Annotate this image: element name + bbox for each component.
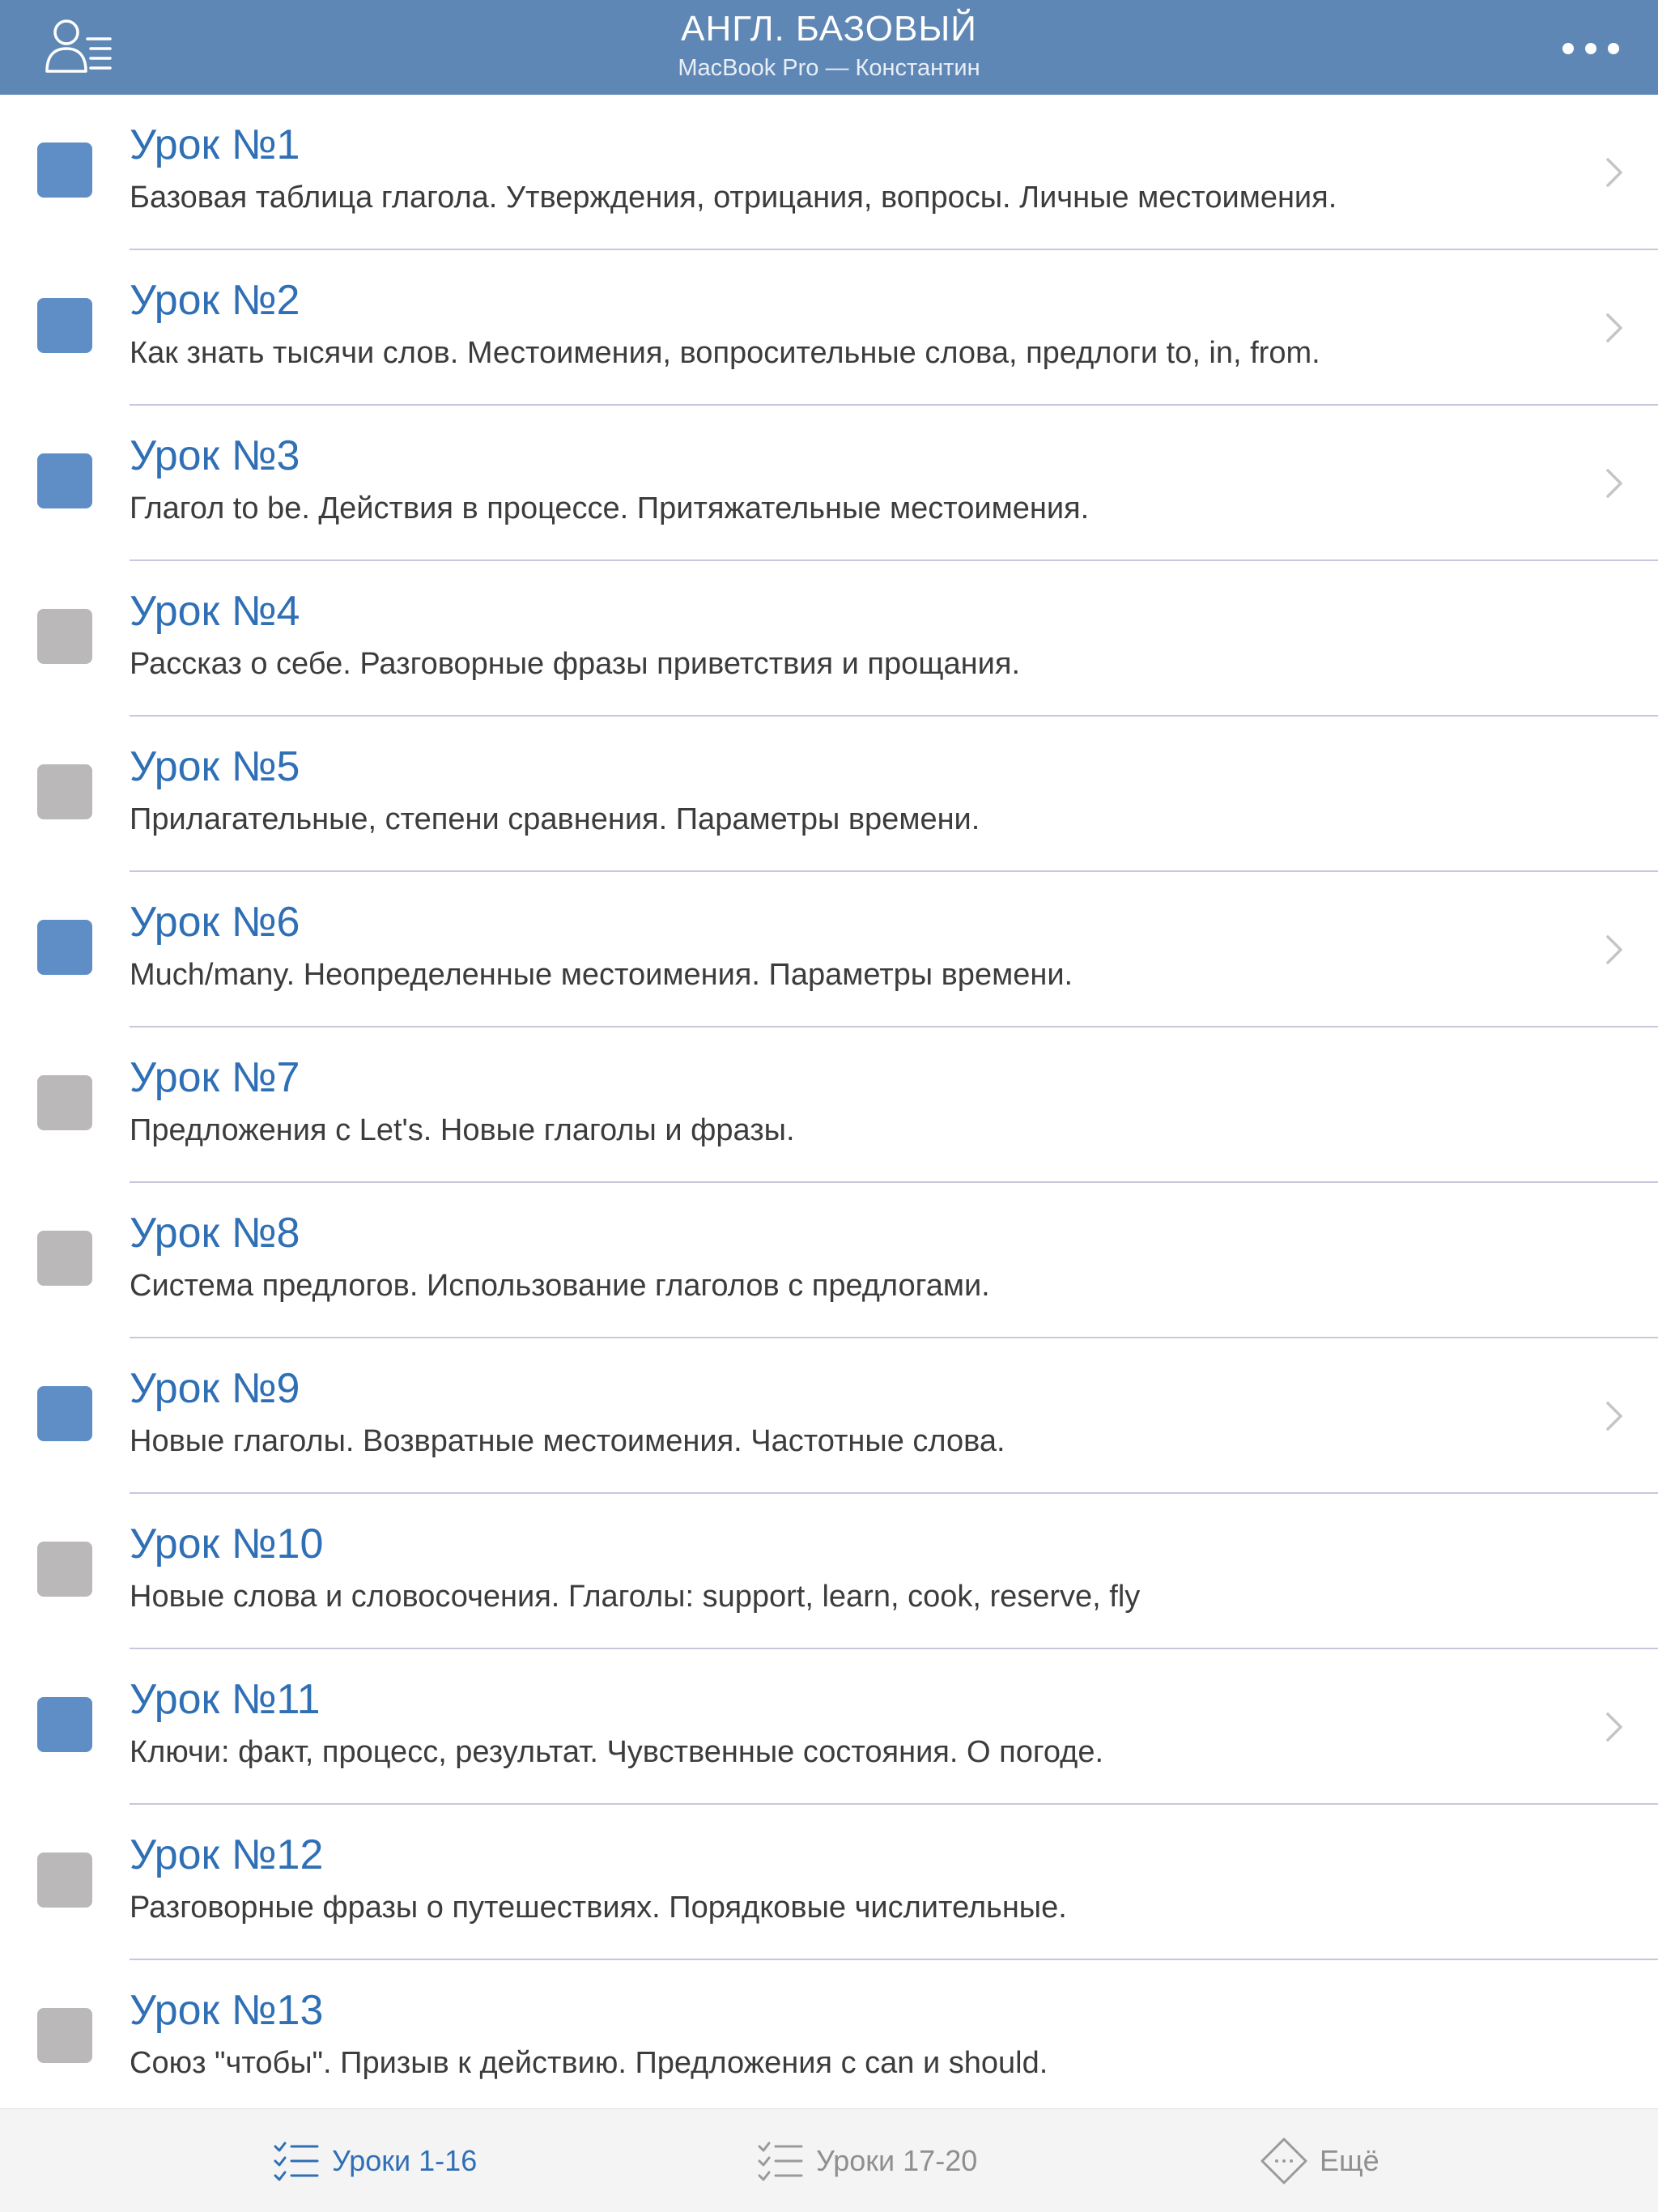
- more-diamond-icon: [1260, 2137, 1308, 2185]
- lesson-status-todo-icon: [37, 1542, 92, 1597]
- lesson-status-todo-icon: [37, 1853, 92, 1908]
- tab-lessons-17-20[interactable]: Уроки 17-20: [756, 2109, 977, 2212]
- tab-label: Ещё: [1320, 2144, 1380, 2177]
- lesson-status-todo-icon: [37, 1075, 92, 1130]
- lesson-row[interactable]: Урок №1 Базовая таблица глагола. Утвержде…: [0, 95, 1658, 250]
- lesson-status-done-icon: [37, 298, 92, 353]
- app-window: АНГЛ. БАЗОВЫЙ MacBook Pro — Константин У…: [0, 0, 1658, 2212]
- lesson-row[interactable]: Урок №8 Система предлогов. Использование …: [0, 1183, 1658, 1338]
- lesson-status-todo-icon: [37, 2008, 92, 2063]
- lesson-status-todo-icon: [37, 764, 92, 819]
- lesson-description: Система предлогов. Использование глаголо…: [130, 1269, 990, 1303]
- lesson-title: Урок №5: [130, 743, 300, 790]
- lesson-status-todo-icon: [37, 1231, 92, 1286]
- tab-lessons-1-16[interactable]: Уроки 1-16: [272, 2109, 477, 2212]
- lesson-title: Урок №9: [130, 1365, 300, 1412]
- chevron-right-icon[interactable]: [1605, 1711, 1624, 1743]
- lesson-row[interactable]: Урок №2 Как знать тысячи слов. Местоимени…: [0, 250, 1658, 406]
- lesson-status-done-icon: [37, 143, 92, 198]
- lesson-title: Урок №3: [130, 432, 300, 479]
- lesson-description: Much/many. Неопределенные местоимения. П…: [130, 958, 1073, 992]
- lesson-status-done-icon: [37, 1386, 92, 1441]
- tab-bar: Уроки 1-16 Уроки 17-20 Ещё: [0, 2108, 1658, 2212]
- lesson-title: Урок №11: [130, 1676, 321, 1723]
- page-title: АНГЛ. БАЗОВЫЙ: [681, 9, 977, 49]
- lesson-description: Союз "чтобы". Призыв к действию. Предлож…: [130, 2046, 1048, 2080]
- more-dots-icon[interactable]: [1559, 32, 1624, 65]
- lesson-title: Урок №6: [130, 899, 300, 946]
- lesson-row[interactable]: Урок №12 Разговорные фразы о путешествиях…: [0, 1805, 1658, 1960]
- lesson-row[interactable]: Урок №11 Ключи: факт, процесс, результат.…: [0, 1649, 1658, 1805]
- chevron-right-icon[interactable]: [1605, 156, 1624, 189]
- lesson-title: Урок №8: [130, 1210, 300, 1257]
- navigation-bar: АНГЛ. БАЗОВЫЙ MacBook Pro — Константин: [0, 0, 1658, 95]
- lesson-row[interactable]: Урок №9 Новые глаголы. Возвратные местоим…: [0, 1338, 1658, 1494]
- tab-label: Уроки 17-20: [816, 2144, 978, 2177]
- lesson-title: Урок №7: [130, 1054, 300, 1101]
- lesson-row[interactable]: Урок №7 Предложения с Let's. Новые глагол…: [0, 1027, 1658, 1183]
- lesson-description: Новые слова и словосочения. Глаголы: sup…: [130, 1580, 1141, 1614]
- lesson-title: Урок №4: [130, 588, 300, 635]
- lesson-row[interactable]: Урок №3 Глагол to be. Действия в процессе…: [0, 406, 1658, 561]
- lesson-status-done-icon: [37, 920, 92, 975]
- tab-more[interactable]: Ещё: [1260, 2109, 1380, 2212]
- tab-label: Уроки 1-16: [332, 2144, 478, 2177]
- lesson-row[interactable]: Урок №4 Рассказ о себе. Разговорные фразы…: [0, 561, 1658, 717]
- lesson-description: Базовая таблица глагола. Утверждения, от…: [130, 181, 1337, 215]
- lesson-title: Урок №2: [130, 277, 300, 324]
- lesson-description: Ключи: факт, процесс, результат. Чувстве…: [130, 1735, 1104, 1769]
- lesson-title: Урок №13: [130, 1987, 324, 2034]
- lesson-status-done-icon: [37, 1697, 92, 1752]
- chevron-right-icon[interactable]: [1605, 1400, 1624, 1432]
- lesson-row[interactable]: Урок №13 Союз "чтобы". Призыв к действию.…: [0, 1960, 1658, 2108]
- lesson-description: Рассказ о себе. Разговорные фразы привет…: [130, 647, 1021, 681]
- checklist-icon: [272, 2137, 321, 2185]
- lesson-description: Прилагательные, степени сравнения. Парам…: [130, 802, 980, 836]
- lesson-description: Новые глаголы. Возвратные местоимения. Ч…: [130, 1424, 1005, 1458]
- chevron-right-icon[interactable]: [1605, 312, 1624, 344]
- chevron-right-icon[interactable]: [1605, 467, 1624, 500]
- checklist-icon: [756, 2137, 805, 2185]
- lesson-title: Урок №1: [130, 121, 300, 168]
- page-subtitle: MacBook Pro — Константин: [678, 55, 980, 81]
- lesson-title: Урок №12: [130, 1831, 324, 1878]
- chevron-right-icon[interactable]: [1605, 934, 1624, 966]
- lesson-description: Предложения с Let's. Новые глаголы и фра…: [130, 1113, 795, 1147]
- lesson-title: Урок №10: [130, 1521, 324, 1568]
- lesson-description: Как знать тысячи слов. Местоимения, вопр…: [130, 336, 1320, 370]
- lesson-row[interactable]: Урок №10 Новые слова и словосочения. Глаг…: [0, 1494, 1658, 1649]
- lesson-description: Глагол to be. Действия в процессе. Притя…: [130, 491, 1090, 525]
- lesson-row[interactable]: Урок №6 Much/many. Неопределенные местоим…: [0, 872, 1658, 1027]
- lesson-status-done-icon: [37, 453, 92, 508]
- lesson-row[interactable]: Урок №5 Прилагательные, степени сравнения…: [0, 717, 1658, 872]
- lesson-list: Урок №1 Базовая таблица глагола. Утвержде…: [0, 95, 1658, 2108]
- lesson-status-todo-icon: [37, 609, 92, 664]
- lesson-description: Разговорные фразы о путешествиях. Порядк…: [130, 1891, 1067, 1925]
